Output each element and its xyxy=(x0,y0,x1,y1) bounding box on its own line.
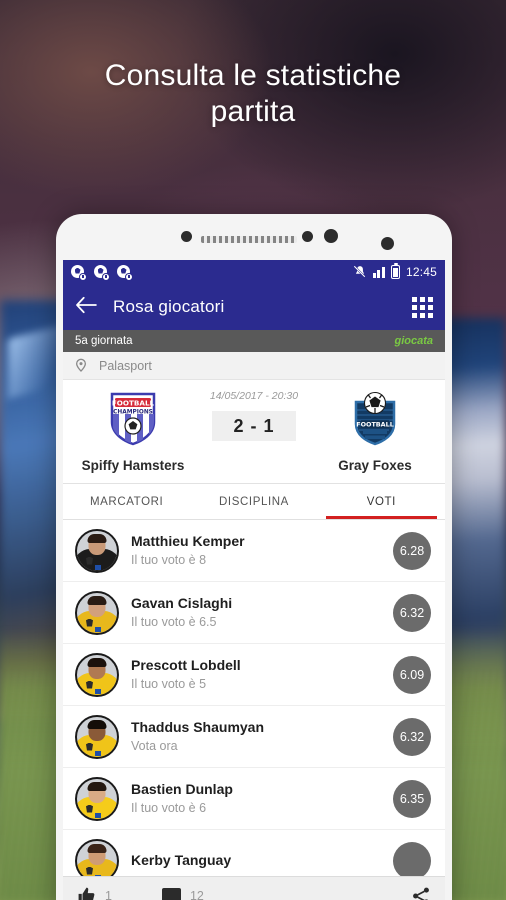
player-vote-text: Il tuo voto è 5 xyxy=(131,677,207,691)
tab-disciplina[interactable]: DISCIPLINA xyxy=(190,484,317,519)
led-indicator-icon xyxy=(381,237,394,250)
venue-row: Palasport xyxy=(63,352,445,380)
location-pin-icon xyxy=(73,358,89,374)
player-list: Matthieu Kemper Il tuo voto è 8 6.28 Gav… xyxy=(63,520,445,892)
promo-screenshot: Consulta le statistiche partita 12:45 Ro… xyxy=(0,0,506,900)
player-vote-text: Il tuo voto è 8 xyxy=(131,553,207,567)
earpiece-speaker xyxy=(201,236,297,243)
action-bar: 1 12 xyxy=(63,876,445,900)
player-vote-text: Il tuo voto è 6 xyxy=(131,801,207,815)
avatar xyxy=(75,776,119,821)
player-vote-text: Il tuo voto è 6.5 xyxy=(131,615,217,629)
soccer-ball-alert-icon xyxy=(117,264,133,281)
page-title: Rosa giocatori xyxy=(113,297,225,316)
player-rating-badge: 6.32 xyxy=(393,717,431,756)
svg-text:CHAMPIONS: CHAMPIONS xyxy=(113,410,153,416)
like-count: 1 xyxy=(105,888,112,900)
status-bar-clock: 12:45 xyxy=(405,265,437,279)
promo-headline: Consulta le statistiche partita xyxy=(0,58,506,130)
apps-grid-icon[interactable] xyxy=(412,296,433,318)
player-name: Prescott Lobdell xyxy=(131,657,241,673)
player-rating-badge: 6.09 xyxy=(393,655,431,694)
svg-text:FOOTBALL: FOOTBALL xyxy=(112,398,155,407)
player-name: Gavan Cislaghi xyxy=(131,595,233,611)
player-name: Kerby Tanguay xyxy=(131,852,232,868)
avatar xyxy=(75,714,119,759)
match-score: 2 - 1 xyxy=(212,411,296,441)
sensor-dot-icon xyxy=(181,231,192,242)
home-team-name: Spiffy Hamsters xyxy=(81,458,185,473)
player-info: Matthieu Kemper Il tuo voto è 8 xyxy=(131,533,381,568)
table-row[interactable]: Matthieu Kemper Il tuo voto è 8 6.28 xyxy=(63,520,445,582)
bell-muted-icon xyxy=(353,265,367,279)
matchday-status-badge: giocata xyxy=(394,335,433,347)
away-team[interactable]: FOOTBALL Gray Foxes xyxy=(306,388,444,473)
player-info: Prescott Lobdell Il tuo voto è 5 xyxy=(131,657,381,692)
share-icon[interactable] xyxy=(411,886,431,900)
player-rating-badge: 6.35 xyxy=(393,779,431,818)
tab-marcatori[interactable]: MARCATORI xyxy=(63,484,190,519)
thumbs-up-icon[interactable] xyxy=(77,886,96,900)
avatar xyxy=(75,528,119,573)
soccer-ball-alert-icon xyxy=(71,264,87,281)
home-team[interactable]: FOOTBALL CHAMPIONS Spiffy Hamsters xyxy=(64,388,202,473)
soccer-ball-alert-icon xyxy=(94,264,110,281)
headline-line-1: Consulta le statistiche xyxy=(104,59,402,92)
match-kickoff: 14/05/2017 - 20:30 xyxy=(209,390,299,402)
player-name: Bastien Dunlap xyxy=(131,781,233,797)
status-bar: 12:45 xyxy=(63,260,445,284)
player-rating-badge: 6.32 xyxy=(393,593,431,632)
avatar xyxy=(75,652,119,697)
away-team-name: Gray Foxes xyxy=(338,458,412,473)
player-rating-badge xyxy=(393,841,431,880)
player-info: Kerby Tanguay xyxy=(131,852,381,869)
headline-line-2: partita xyxy=(210,95,296,128)
comment-count: 12 xyxy=(189,888,204,900)
matchday-bar: 5a giornata giocata xyxy=(63,330,445,352)
battery-full-icon xyxy=(390,262,400,279)
comment-action[interactable]: 12 xyxy=(161,888,204,900)
status-bar-system: 12:45 xyxy=(353,262,437,279)
table-row[interactable]: Prescott Lobdell Il tuo voto è 5 6.09 xyxy=(63,644,445,706)
tab-voti[interactable]: VOTI xyxy=(318,484,445,519)
svg-text:FOOTBALL: FOOTBALL xyxy=(356,421,394,429)
table-row[interactable]: Gavan Cislaghi Il tuo voto è 6.5 6.32 xyxy=(63,582,445,644)
phone-mockup: 12:45 Rosa giocatori 5a giornata giocata xyxy=(56,214,452,900)
comment-bubble-icon[interactable] xyxy=(161,888,181,900)
like-action[interactable]: 1 xyxy=(77,886,112,900)
phone-screen: 12:45 Rosa giocatori 5a giornata giocata xyxy=(63,260,445,900)
status-bar-notifications xyxy=(71,264,133,281)
match-center: 14/05/2017 - 20:30 2 - 1 xyxy=(202,388,306,441)
table-row[interactable]: Thaddus Shaumyan Vota ora 6.32 xyxy=(63,706,445,768)
table-row[interactable]: Bastien Dunlap Il tuo voto è 6 6.35 xyxy=(63,768,445,830)
app-bar: Rosa giocatori xyxy=(63,284,445,330)
back-arrow-icon[interactable] xyxy=(75,296,97,319)
football-navy-shield-icon: FOOTBALL xyxy=(349,390,401,446)
stats-tabs: MARCATORI DISCIPLINA VOTI xyxy=(63,484,445,520)
player-name: Thaddus Shaumyan xyxy=(131,719,265,735)
avatar xyxy=(75,590,119,635)
signal-bars-icon xyxy=(372,266,385,278)
venue-name: Palasport xyxy=(99,358,152,373)
player-info: Thaddus Shaumyan Vota ora xyxy=(131,719,381,754)
player-rating-badge: 6.28 xyxy=(393,531,431,570)
front-camera-icon xyxy=(324,229,338,243)
player-info: Bastien Dunlap Il tuo voto è 6 xyxy=(131,781,381,816)
player-name: Matthieu Kemper xyxy=(131,533,245,549)
player-info: Gavan Cislaghi Il tuo voto è 6.5 xyxy=(131,595,381,630)
proximity-sensor-icon xyxy=(302,231,313,242)
football-champions-shield-icon: FOOTBALL CHAMPIONS xyxy=(107,390,159,446)
matchday-label: 5a giornata xyxy=(75,335,133,347)
match-header: FOOTBALL CHAMPIONS Spiffy Hamsters 14/05… xyxy=(63,380,445,484)
player-vote-text[interactable]: Vota ora xyxy=(131,738,381,754)
phone-bezel xyxy=(56,214,452,260)
